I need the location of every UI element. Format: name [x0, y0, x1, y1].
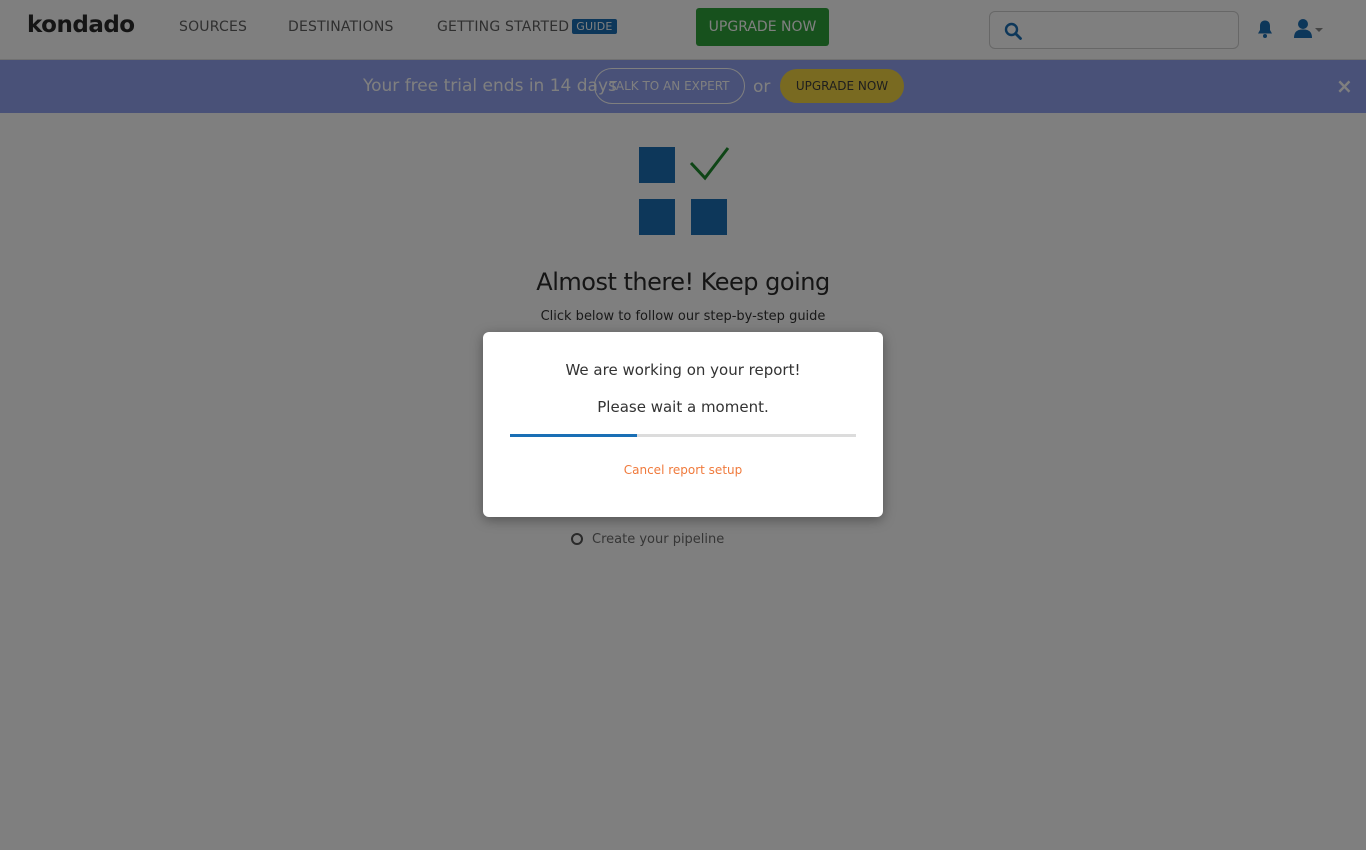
progress-bar	[510, 434, 856, 437]
cancel-report-setup-link[interactable]: Cancel report setup	[483, 463, 883, 477]
modal-title: We are working on your report!	[565, 361, 801, 379]
report-progress-modal: We are working on your report! Please wa…	[483, 332, 883, 517]
progress-bar-fill	[510, 434, 637, 437]
modal-subtitle: Please wait a moment.	[597, 398, 769, 416]
